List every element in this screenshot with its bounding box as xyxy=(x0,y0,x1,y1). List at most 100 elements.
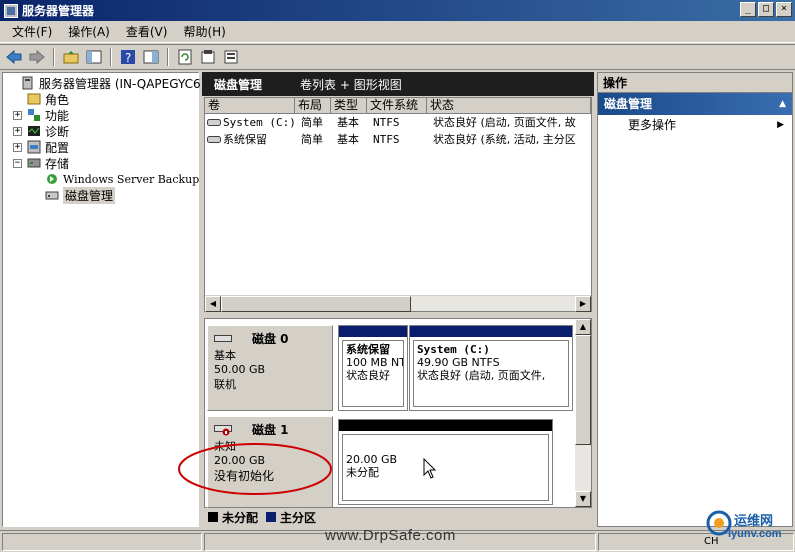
disk-graphical-view: 磁盘 0 基本 50.00 GB 联机 系统保留 100 MB NT 状态良好 … xyxy=(178,318,592,508)
menu-bar: 文件(F) 操作(A) 查看(V) 帮助(H) xyxy=(0,21,795,43)
scroll-right-button[interactable]: ▶ xyxy=(575,296,591,312)
disk-size: 50.00 GB xyxy=(214,363,266,376)
actions-header: 操作 xyxy=(598,73,792,93)
horizontal-scrollbar[interactable]: ◀ ▶ xyxy=(205,295,591,312)
volume-status: 状态良好 (启动, 页面文件, 故 xyxy=(433,116,576,129)
collapse-up-icon[interactable]: ▲ xyxy=(779,93,786,115)
more-actions-item[interactable]: 更多操作 ▶ xyxy=(598,115,792,135)
annotation-ellipse xyxy=(178,443,332,495)
column-type[interactable]: 类型 xyxy=(331,98,367,114)
disk-state: 联机 xyxy=(214,378,236,391)
export-icon[interactable] xyxy=(221,47,241,67)
menu-file[interactable]: 文件(F) xyxy=(6,21,58,42)
volume-layout: 简单 xyxy=(301,116,323,129)
submenu-arrow-icon: ▶ xyxy=(777,120,784,130)
app-icon xyxy=(4,3,18,18)
scroll-left-button[interactable]: ◀ xyxy=(205,296,221,312)
expand-diagnostics[interactable]: + xyxy=(13,126,22,136)
volume-fs: NTFS xyxy=(373,133,400,146)
volume-list: 卷 布局 类型 文件系统 状态 System (C:) 简单 基本 NTFS 状… xyxy=(204,97,592,312)
disk-management-icon xyxy=(45,191,59,200)
legend-primary-partition: 主分区 xyxy=(266,509,316,526)
volume-status: 状态良好 (系统, 活动, 主分区 xyxy=(433,133,576,146)
pane-title: 磁盘管理 xyxy=(214,77,263,92)
tree-item-diagnostics[interactable]: + 诊断 xyxy=(13,123,69,139)
toolbar-separator xyxy=(167,48,169,66)
actions-section-disk-management[interactable]: 磁盘管理 ▲ xyxy=(598,93,792,115)
tree-root[interactable]: 服务器管理器 (IN-QAPEGYC6) xyxy=(7,75,205,91)
maximize-button[interactable]: □ xyxy=(758,2,774,17)
toolbar: ? xyxy=(0,44,795,70)
tree-item-features[interactable]: + 功能 xyxy=(13,107,69,123)
table-row[interactable]: System (C:) 简单 基本 NTFS 状态良好 (启动, 页面文件, 故 xyxy=(205,115,591,131)
collapse-storage[interactable]: − xyxy=(13,158,22,168)
configuration-icon xyxy=(27,140,41,154)
partition-system-c[interactable]: System (C:) 49.90 GB NTFS 状态良好 (启动, 页面文件… xyxy=(409,325,573,411)
volume-type: 基本 xyxy=(337,116,359,129)
scroll-up-button[interactable]: ▲ xyxy=(575,319,591,335)
features-icon xyxy=(28,109,40,121)
properties-pane-icon[interactable] xyxy=(141,47,161,67)
toolbar-separator xyxy=(110,48,112,66)
toolbar-separator xyxy=(53,48,55,66)
svg-text:?: ? xyxy=(125,51,131,65)
vertical-scrollbar[interactable]: ▲ ▼ xyxy=(575,319,591,507)
view-mode-label: 卷列表 + 图形视图 xyxy=(300,77,402,92)
forward-icon[interactable] xyxy=(27,47,47,67)
server-manager-icon xyxy=(22,76,33,90)
volume-icon xyxy=(207,119,221,126)
legend-unallocated: 未分配 xyxy=(208,509,258,526)
volume-name: 系统保留 xyxy=(223,133,267,146)
volume-type: 基本 xyxy=(337,133,359,146)
partition-system-reserved[interactable]: 系统保留 100 MB NT 状态良好 xyxy=(338,325,408,411)
watermark: www.DrpSafe.com xyxy=(325,527,456,544)
close-button[interactable]: × xyxy=(776,2,792,17)
menu-view[interactable]: 查看(V) xyxy=(120,21,174,42)
column-layout[interactable]: 布局 xyxy=(295,98,331,114)
volume-name: System (C:) xyxy=(223,116,296,129)
disk-0-label[interactable]: 磁盘 0 基本 50.00 GB 联机 xyxy=(207,325,333,411)
tree-item-configuration[interactable]: + 配置 xyxy=(13,139,69,155)
tree-item-windows-server-backup[interactable]: Windows Server Backup xyxy=(45,171,199,187)
expand-features[interactable]: + xyxy=(13,110,22,120)
column-volume[interactable]: 卷 xyxy=(205,98,295,114)
menu-help[interactable]: 帮助(H) xyxy=(177,21,231,42)
backup-icon xyxy=(47,174,57,184)
volume-fs: NTFS xyxy=(373,116,400,129)
roles-icon xyxy=(27,93,41,105)
disk-unknown-icon xyxy=(214,424,232,435)
show-hide-tree-icon[interactable] xyxy=(84,47,104,67)
volume-icon xyxy=(207,136,221,143)
properties-icon[interactable] xyxy=(198,47,218,67)
tree-item-roles[interactable]: 角色 xyxy=(13,91,69,107)
mouse-cursor-icon xyxy=(423,458,437,479)
pane-header: 磁盘管理 卷列表 + 图形视图 xyxy=(202,72,594,96)
column-filesystem[interactable]: 文件系统 xyxy=(367,98,427,114)
help-icon[interactable]: ? xyxy=(118,47,138,67)
disk-kind: 基本 xyxy=(214,349,236,362)
menu-action[interactable]: 操作(A) xyxy=(62,21,116,42)
language-indicator: CH xyxy=(704,536,719,547)
diagnostics-icon xyxy=(28,126,40,136)
partition-legend: 未分配 主分区 xyxy=(204,509,592,526)
site-logo: 运维网 iyunv.com CH xyxy=(700,508,792,550)
refresh-icon[interactable] xyxy=(175,47,195,67)
table-row[interactable]: 系统保留 简单 基本 NTFS 状态良好 (系统, 活动, 主分区 xyxy=(205,132,591,148)
scroll-down-button[interactable]: ▼ xyxy=(575,491,591,507)
actions-pane: 操作 磁盘管理 ▲ 更多操作 ▶ xyxy=(597,72,793,527)
tree-item-disk-management[interactable]: 磁盘管理 xyxy=(45,186,116,204)
scroll-thumb[interactable] xyxy=(575,335,591,445)
volume-layout: 简单 xyxy=(301,133,323,146)
partition-unallocated[interactable]: 20.00 GB 未分配 xyxy=(338,419,553,505)
disk-icon xyxy=(214,335,232,342)
status-segment xyxy=(2,532,202,551)
expand-configuration[interactable]: + xyxy=(13,142,22,152)
title-bar: 服务器管理器 _ □ × xyxy=(0,0,795,21)
column-status[interactable]: 状态 xyxy=(427,98,591,114)
back-icon[interactable] xyxy=(4,47,24,67)
window-title: 服务器管理器 xyxy=(22,4,95,18)
tree-item-storage[interactable]: − 存储 xyxy=(13,155,69,171)
scroll-thumb[interactable] xyxy=(221,296,411,312)
minimize-button[interactable]: _ xyxy=(740,2,756,17)
up-folder-icon[interactable] xyxy=(61,47,81,67)
